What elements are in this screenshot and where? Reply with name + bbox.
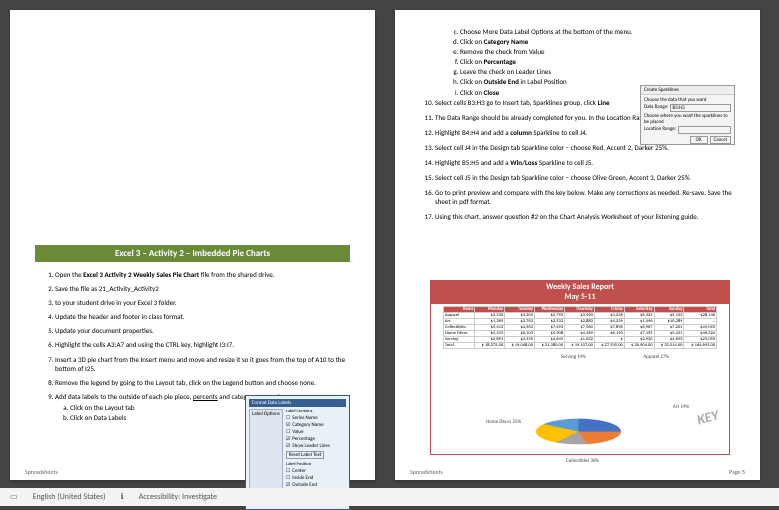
- key-table: ItemsMondayTuesdayWednesdayThursdayFrida…: [443, 306, 717, 349]
- footer-left: Spreadsheets: [410, 468, 443, 476]
- language-status[interactable]: English (United States): [33, 492, 106, 502]
- footer-left: Spreadsheets: [25, 468, 58, 476]
- sparkline-dialog-inset: Create Sparklines Choose the data that y…: [640, 85, 735, 145]
- word-status-bar[interactable]: ▭ English (United States) ℹ Accessibilit…: [0, 488, 779, 506]
- page-icon: ▭: [10, 492, 18, 502]
- answer-key-chart: Weekly Sales ReportMay 5-11 ItemsMondayT…: [430, 280, 730, 455]
- section-header: Excel 3 – Activity 2 – Imbedded Pie Char…: [35, 245, 350, 262]
- footer-right: Page 5: [729, 468, 745, 476]
- page-1: Excel 3 – Activity 2 – Imbedded Pie Char…: [10, 10, 375, 480]
- key-watermark: KEY: [695, 407, 720, 429]
- accessibility-icon: ℹ: [121, 492, 124, 502]
- page-2: Choose More Data Label Options at the bo…: [395, 10, 760, 480]
- accessibility-status[interactable]: Accessibility: Investigate: [139, 492, 217, 502]
- pie-chart: KEY Serving 14% Apparel 17% Art 14% Home…: [431, 354, 729, 464]
